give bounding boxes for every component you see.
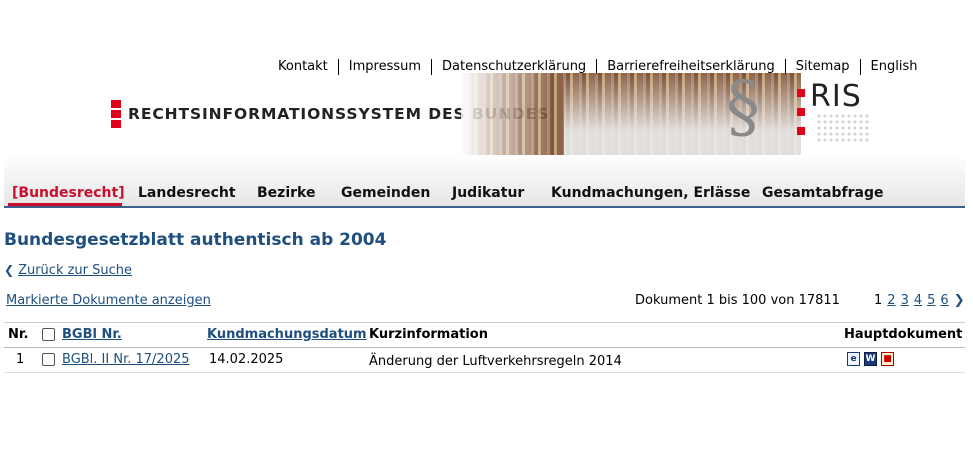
chevron-left-icon: ❮ [4,263,15,277]
pdf-icon[interactable]: ■ [881,352,894,366]
tab-bundesrecht[interactable]: [Bundesrecht] [8,184,125,206]
document-icons: e W ■ [847,352,894,366]
header-nr: Nr. [8,327,29,342]
page-link[interactable]: 4 [914,293,922,308]
chevron-right-icon[interactable]: ❯ [954,293,965,308]
page-link[interactable]: 5 [927,293,935,308]
tab-kundmachungen[interactable]: Kundmachungen, Erlässe [551,184,750,206]
tab-gesamtabfrage[interactable]: Gesamtabfrage [762,184,883,206]
page-title: Bundesgesetzblatt authentisch ab 2004 [4,230,387,250]
ris-logo-marks [797,89,805,135]
tab-bezirke[interactable]: Bezirke [257,184,315,206]
pagination: 1 2 3 4 5 6 ❯ [874,293,965,308]
paragraph-symbol: § [726,68,760,147]
header-banner: RECHTSINFORMATIONSSYSTEM DES BUNDES § RI… [4,68,965,155]
table-header: Nr. BGBl Nr. Kundmachungsdatum Kurzinfor… [4,322,965,348]
page-link[interactable]: 2 [887,293,895,308]
ris-dots-pattern [816,113,870,143]
page-link[interactable]: 6 [940,293,948,308]
row-checkbox[interactable] [42,353,55,366]
back-link-row: ❮ Zurück zur Suche [4,263,132,278]
row-nr: 1 [16,352,25,367]
page-current: 1 [874,293,883,308]
header-hauptdokument: Hauptdokument [844,327,963,342]
row-date: 14.02.2025 [209,352,284,367]
back-to-search-link[interactable]: Zurück zur Suche [18,263,132,278]
page-link[interactable]: 3 [901,293,909,308]
results-table: Nr. BGBl Nr. Kundmachungsdatum Kurzinfor… [4,322,965,373]
html-icon[interactable]: e [847,352,860,366]
document-count: Dokument 1 bis 100 von 17811 [635,293,840,308]
main-nav: [Bundesrecht] Landesrecht Bezirke Gemein… [4,184,965,206]
table-row: 1 BGBl. II Nr. 17/2025 14.02.2025 Änderu… [4,348,965,373]
header-kurzinformation: Kurzinformation [369,327,488,342]
header-bgbl-sort[interactable]: BGBl Nr. [62,327,122,342]
tab-judikatur[interactable]: Judikatur [452,184,524,206]
header-date-sort[interactable]: Kundmachungsdatum [207,327,367,342]
nav-rule [4,206,965,208]
select-all-checkbox[interactable] [42,328,55,341]
row-kurzinformation: Änderung der Luftverkehrsregeln 2014 [369,354,622,369]
tab-landesrecht[interactable]: Landesrecht [138,184,236,206]
logo-marks [111,100,121,128]
ris-logo[interactable]: RIS [810,79,862,114]
show-marked-documents-link[interactable]: Markierte Dokumente anzeigen [6,293,211,308]
tab-gemeinden[interactable]: Gemeinden [341,184,430,206]
bgbl-link[interactable]: BGBl. II Nr. 17/2025 [62,352,190,367]
banner-photo-overlay [564,73,801,155]
word-icon[interactable]: W [864,352,877,366]
